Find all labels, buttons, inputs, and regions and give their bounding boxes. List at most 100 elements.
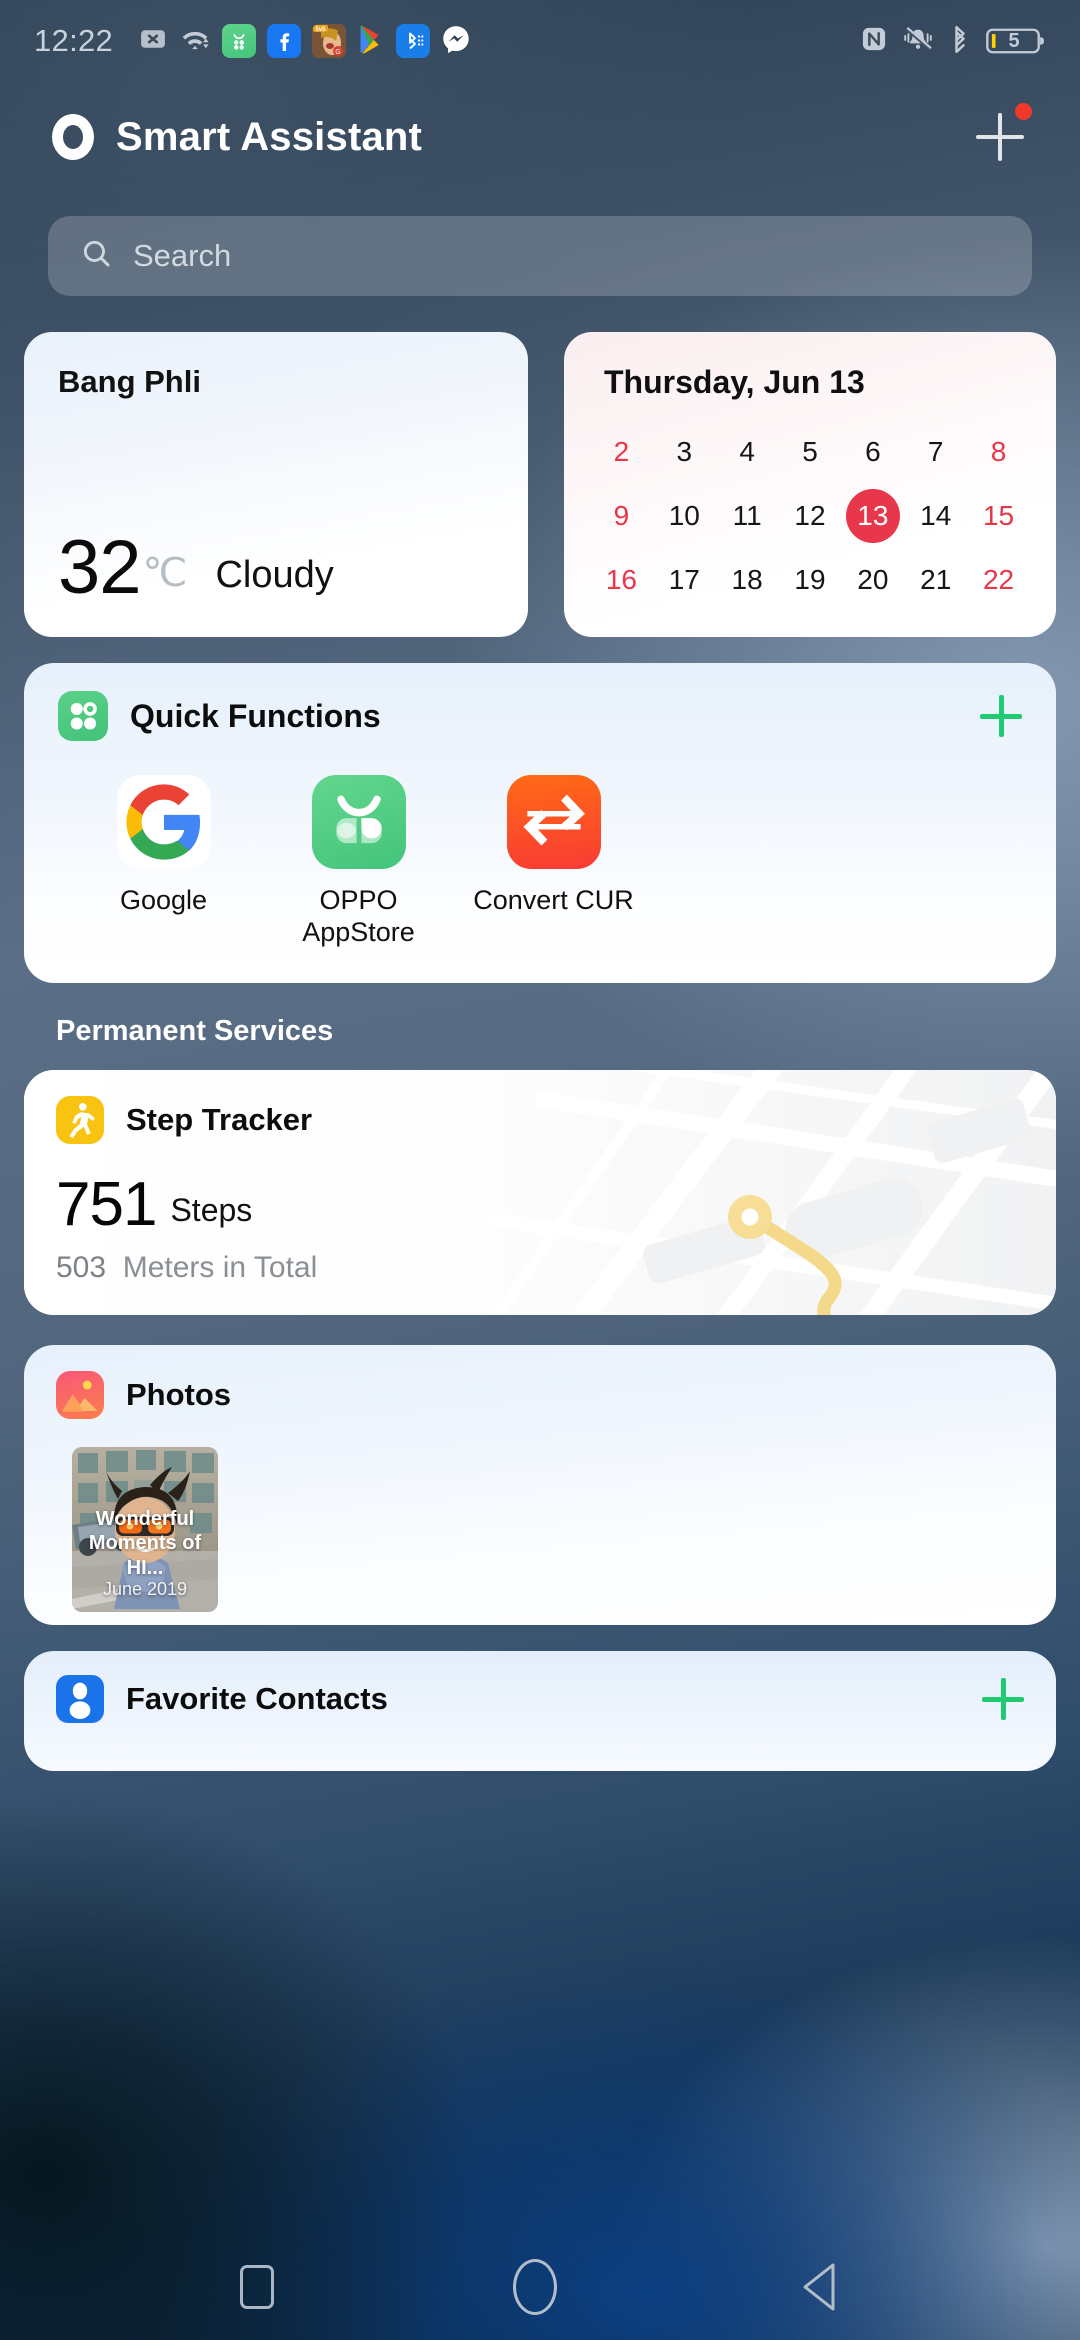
calendar-day[interactable]: 6 (841, 423, 904, 481)
calendar-day[interactable]: 7 (904, 423, 967, 481)
calendar-day[interactable]: 10 (653, 487, 716, 545)
add-card-button[interactable] (972, 103, 1032, 165)
calendar-day[interactable]: 5 (779, 423, 842, 481)
calendar-day[interactable]: 21 (904, 551, 967, 609)
vibrate-mute-icon (902, 25, 934, 58)
photos-title: Photos (126, 1376, 232, 1412)
status-time: 12:22 (34, 23, 114, 58)
distance-value: 503 (56, 1250, 107, 1284)
facebook-icon (267, 24, 302, 58)
photos-card[interactable]: Photos Wonderful Moments of HI... June 2… (24, 1344, 1056, 1625)
calendar-day[interactable]: 14 (904, 487, 967, 545)
calendar-day[interactable]: 4 (716, 423, 779, 481)
oppo-ring-logo-icon (52, 114, 94, 160)
weather-condition: Cloudy (215, 554, 334, 596)
quick-functions-header: Quick Functions (58, 691, 1022, 741)
home-button[interactable] (512, 2259, 557, 2315)
calendar-day[interactable]: 16 (590, 551, 653, 609)
calendar-day-label: 9 (613, 500, 630, 531)
favorite-contacts-card[interactable]: Favorite Contacts (24, 1650, 1056, 1771)
calendar-day[interactable]: 19 (779, 551, 842, 609)
status-bar-right: 5 (860, 25, 1046, 58)
search-bar[interactable]: Search (48, 216, 1032, 296)
distance-unit: Meters in Total (122, 1250, 318, 1284)
status-bar: 12:22 G 5v5 5 (0, 0, 1080, 82)
messenger-icon (441, 24, 471, 59)
step-tracker-title: Step Tracker (126, 1101, 313, 1137)
photo-memory-thumbnail[interactable]: Wonderful Moments of HI... June 2019 (72, 1446, 218, 1612)
calendar-day-label: 2 (613, 436, 630, 467)
nfc-icon (860, 25, 888, 58)
calendar-day-label: 12 (794, 500, 826, 531)
quick-function-item[interactable]: Google (66, 775, 261, 949)
calendar-day-label: 6 (865, 436, 881, 467)
calendar-day[interactable]: 22 (967, 551, 1030, 609)
calendar-card[interactable]: Thursday, Jun 13 2 3 4 5 6 7 8 9 10 11 12 13 14 15 16 1… (564, 332, 1056, 637)
quick-function-item[interactable]: Convert CUR (456, 775, 651, 949)
calendar-day-label: 16 (605, 564, 637, 595)
oppo-appstore-icon (311, 775, 406, 869)
calendar-day-label: 15 (982, 500, 1015, 531)
svg-text:G: G (335, 49, 340, 56)
calendar-day-label: 22 (982, 564, 1015, 595)
svg-text:5v5: 5v5 (316, 27, 327, 33)
calendar-day-label: 3 (676, 436, 693, 467)
bluetooth-share-icon (396, 24, 431, 58)
calendar-grid: 2 3 4 5 6 7 8 9 10 11 12 13 14 15 16 17 18 19 20 21 22 (590, 423, 1030, 609)
calendar-day[interactable]: 17 (653, 551, 716, 609)
calendar-day-label: 17 (668, 564, 700, 595)
calendar-day-label: 19 (794, 564, 826, 595)
step-tracker-icon (56, 1095, 104, 1144)
google-icon (116, 775, 211, 869)
contacts-icon (56, 1674, 104, 1723)
convert-cur-icon (506, 775, 601, 869)
add-favorite-contact-button[interactable] (982, 1677, 1024, 1720)
weather-unit: ℃ (142, 551, 188, 595)
back-button[interactable] (796, 2261, 840, 2313)
quick-function-item[interactable]: OPPO AppStore (261, 775, 456, 949)
step-count-unit: Steps (170, 1191, 253, 1228)
calendar-day[interactable]: 15 (967, 487, 1030, 545)
add-quick-function-button[interactable] (980, 695, 1022, 737)
calendar-day-today[interactable]: 13 (841, 487, 904, 545)
mobile-legends-icon: G 5v5 (312, 24, 347, 58)
wifi-icon (179, 24, 211, 59)
calendar-day-label: 20 (857, 564, 889, 595)
calendar-day[interactable]: 18 (716, 551, 779, 609)
calendar-day-label: 14 (920, 500, 952, 531)
quick-function-label: Google (119, 885, 208, 915)
battery-icon: 5 (986, 26, 1046, 56)
favorite-contacts-title: Favorite Contacts (126, 1680, 388, 1716)
step-tracker-content: Step Tracker 751 Steps 503 Meters in Tot… (24, 1070, 1056, 1311)
weather-card[interactable]: Bang Phli 32 ℃ Cloudy (24, 332, 528, 637)
memory-title: Wonderful Moments of HI... (88, 1507, 202, 1579)
quick-function-label: OPPO AppStore (302, 885, 415, 947)
calendar-day[interactable]: 11 (716, 487, 779, 545)
quick-function-label: Convert CUR (473, 885, 634, 915)
battery-level: 5 (1008, 29, 1020, 52)
calendar-day-label: 7 (927, 436, 944, 467)
google-play-icon (357, 24, 385, 59)
recents-button[interactable] (239, 2265, 274, 2309)
calendar-day-label: 21 (920, 564, 952, 595)
calendar-day-label: 18 (731, 564, 763, 595)
calendar-day[interactable]: 12 (779, 487, 842, 545)
bluetooth-icon (948, 25, 972, 58)
calendar-day[interactable]: 20 (841, 551, 904, 609)
calendar-day-label: 10 (668, 500, 700, 531)
calendar-day[interactable]: 9 (590, 487, 653, 545)
calendar-day[interactable]: 2 (590, 423, 653, 481)
calendar-day-label: 5 (802, 436, 818, 467)
quick-functions-title: Quick Functions (130, 697, 381, 734)
top-widgets-row: Bang Phli 32 ℃ Cloudy Thursday, Jun 13 2… (24, 332, 1056, 637)
status-bar-left: 12:22 G 5v5 (34, 23, 860, 59)
distance-row: 503 Meters in Total (56, 1251, 1024, 1285)
photos-icon (56, 1370, 104, 1419)
step-tracker-card[interactable]: Step Tracker 751 Steps 503 Meters in Tot… (24, 1069, 1056, 1315)
weather-city: Bang Phli (58, 364, 201, 399)
calendar-day[interactable]: 3 (653, 423, 716, 481)
calendar-day[interactable]: 8 (967, 423, 1030, 481)
calendar-day-label: 11 (732, 500, 762, 531)
search-placeholder: Search (133, 238, 232, 273)
step-tracker-header: Step Tracker (56, 1095, 1024, 1144)
